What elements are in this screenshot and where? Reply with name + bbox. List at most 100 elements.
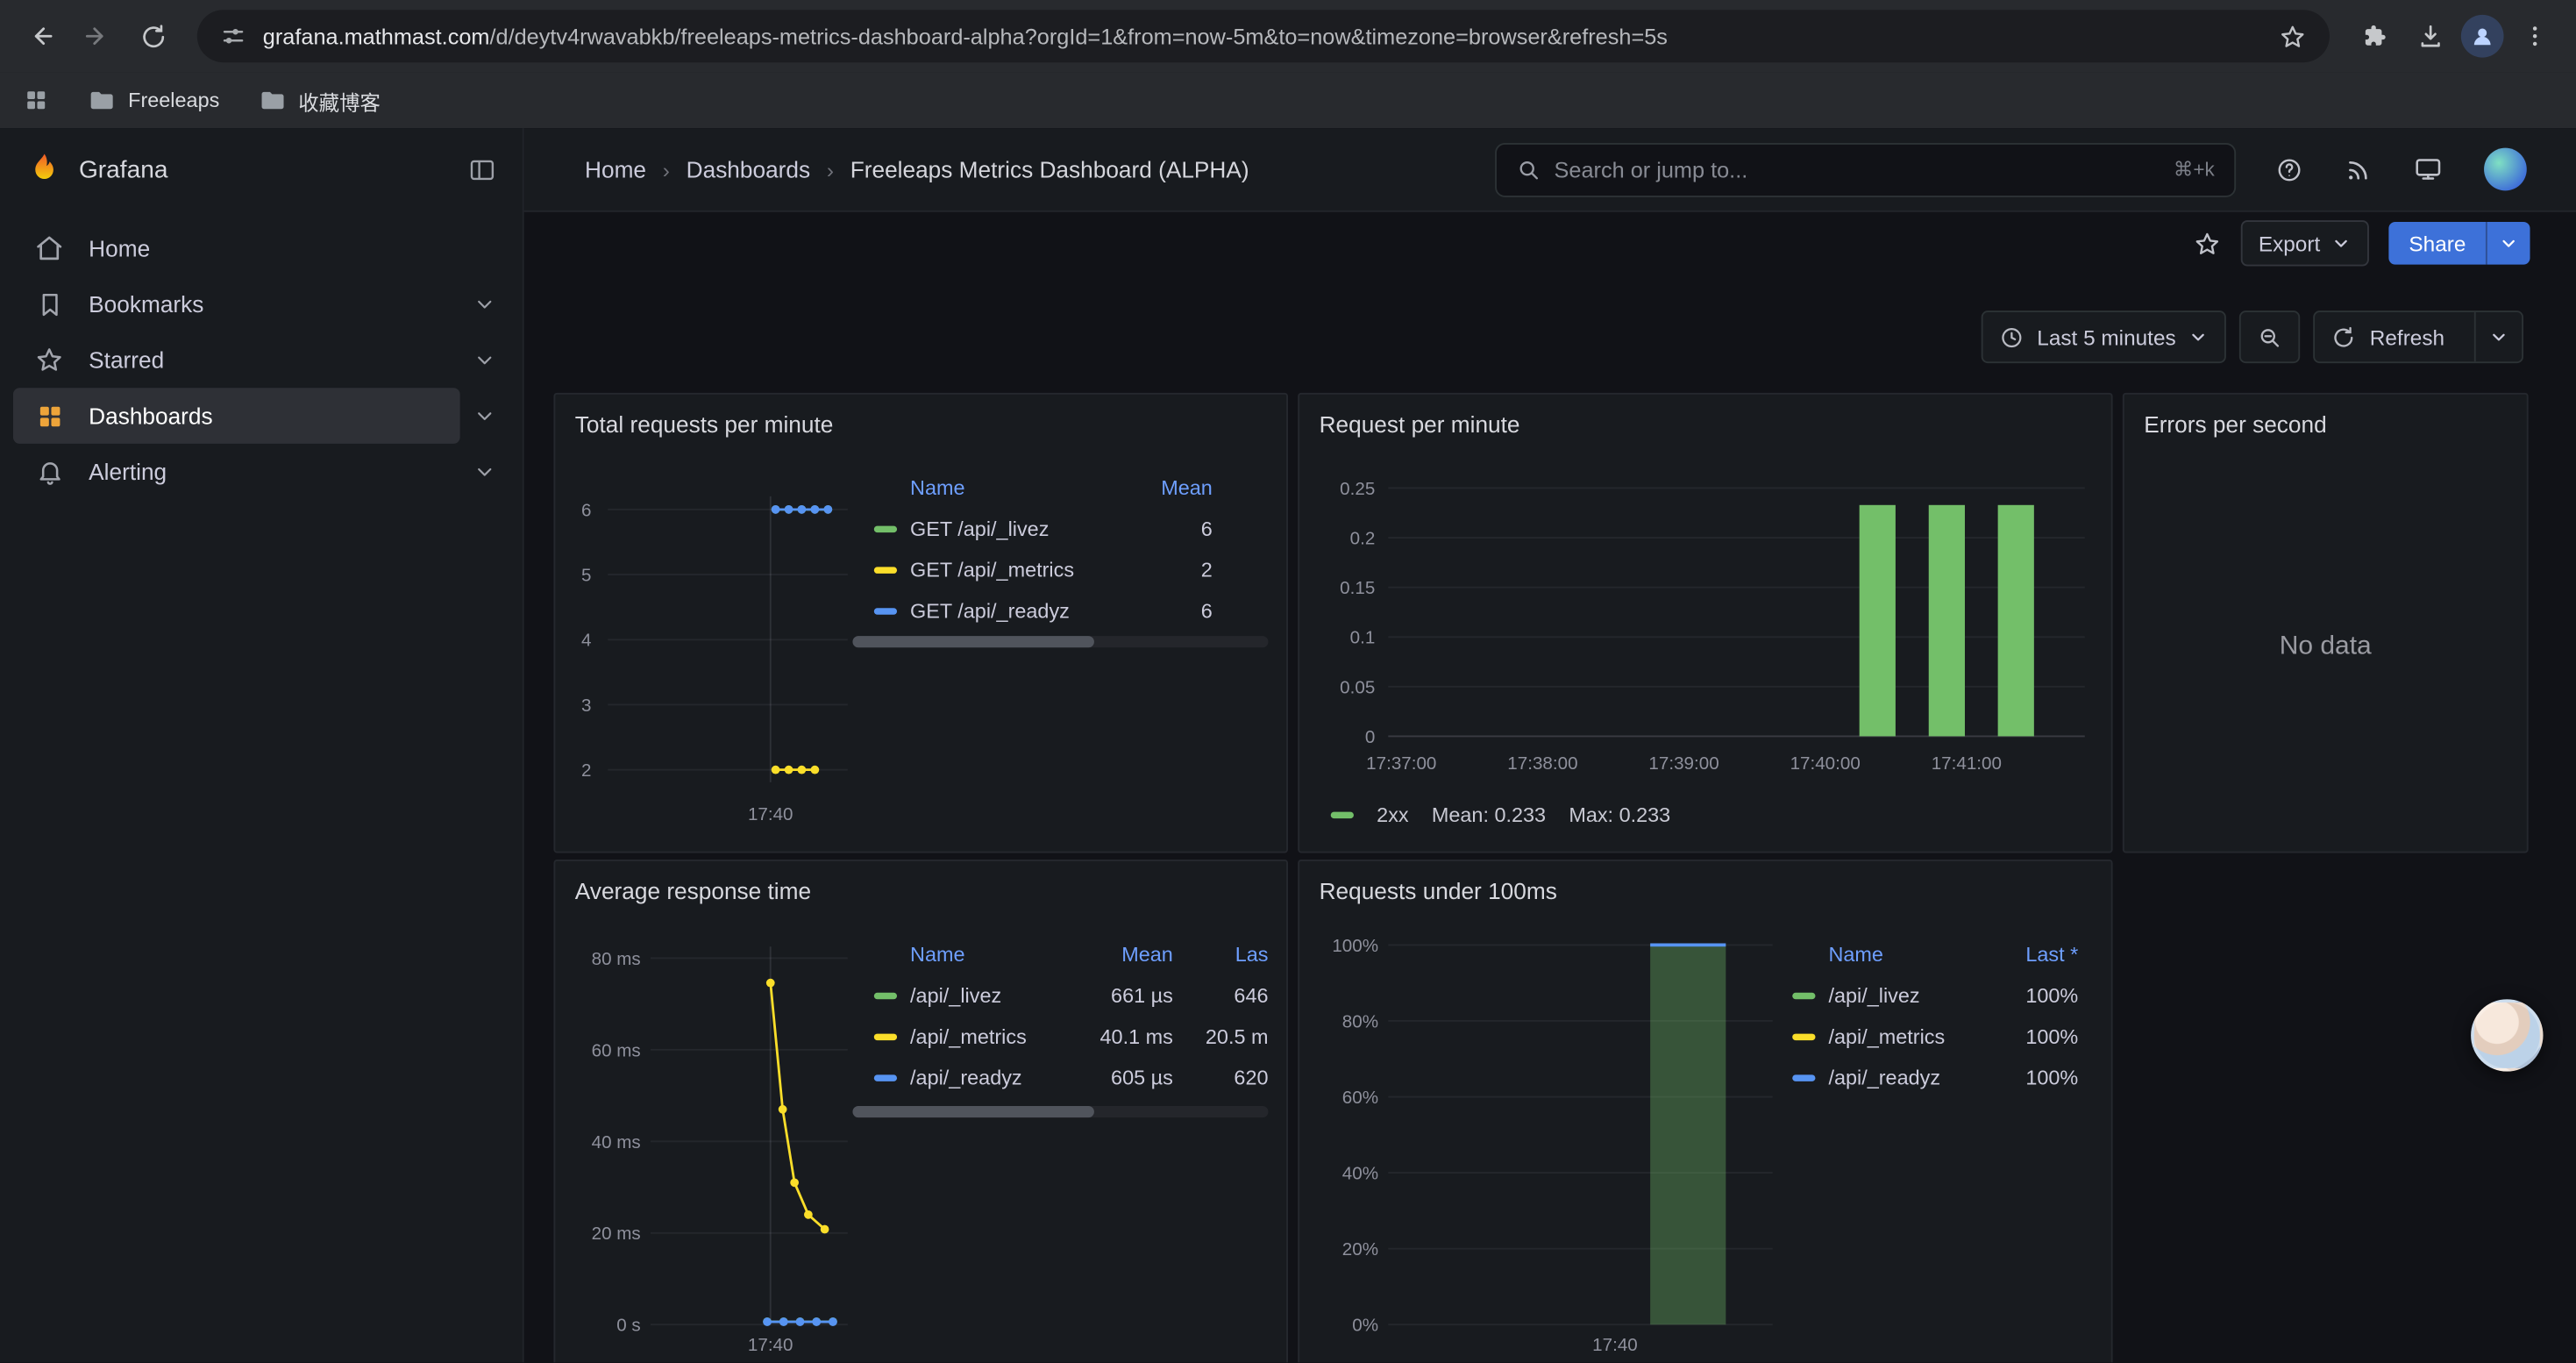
home-icon — [32, 232, 65, 264]
address-bar[interactable]: grafana.mathmast.com/d/deytv4rwavabkb/fr… — [197, 10, 2330, 62]
series-mean: 661 µs — [1078, 983, 1173, 1006]
breadcrumb-home[interactable]: Home — [585, 156, 646, 182]
url-text[interactable]: grafana.mathmast.com/d/deytv4rwavabkb/fr… — [263, 24, 2262, 48]
chevron-down-icon[interactable] — [460, 447, 509, 496]
legend-row[interactable]: GET /api/_metrics 2 — [852, 549, 1268, 590]
series-name: GET /api/_livez — [910, 517, 1117, 539]
panel-average-response-time: Average response time 80 ms60 ms40 ms20 … — [553, 860, 1288, 1362]
legend-row[interactable]: /api/_metrics 100% — [1771, 1016, 2098, 1057]
extensions-icon[interactable] — [2349, 11, 2398, 61]
panel-title[interactable]: Total requests per minute — [555, 395, 1286, 438]
legend-col-name[interactable]: Name — [910, 475, 1117, 498]
svg-text:0%: 0% — [1352, 1316, 1378, 1336]
sidebar-item-dashboards[interactable]: Dashboards — [13, 388, 460, 444]
legend-row[interactable]: /api/_livez 100% — [1771, 974, 2098, 1016]
series-name[interactable]: 2xx — [1377, 803, 1408, 826]
scrollbar-thumb[interactable] — [852, 1106, 1093, 1117]
svg-text:0.1: 0.1 — [1350, 628, 1376, 648]
legend-col-mean[interactable]: Mean — [1078, 943, 1173, 966]
reload-icon[interactable] — [128, 11, 177, 61]
average-response-time-chart[interactable]: 80 ms60 ms40 ms20 ms0 s17:40 — [568, 927, 864, 1363]
sidebar-item-home[interactable]: Home — [13, 220, 509, 276]
assistant-avatar[interactable] — [2471, 999, 2543, 1071]
series-last: 646 — [1173, 983, 1269, 1006]
svg-text:0.05: 0.05 — [1340, 677, 1375, 697]
series-swatch — [874, 566, 897, 572]
svg-text:2: 2 — [581, 760, 591, 781]
svg-text:0.2: 0.2 — [1350, 529, 1376, 549]
legend-col-last[interactable]: Las — [1173, 943, 1269, 966]
panel-title[interactable]: Request per minute — [1299, 395, 2111, 438]
legend-col-last[interactable]: Last * — [1980, 943, 2078, 966]
bookmark-folder-freeleaps[interactable]: Freeleaps — [89, 87, 219, 113]
legend-row[interactable]: /api/_metrics 40.1 ms 20.5 m — [852, 1016, 1268, 1057]
refresh-button[interactable]: Refresh — [2316, 312, 2461, 361]
legend-col-name[interactable]: Name — [910, 943, 1078, 966]
refresh-icon — [2332, 325, 2357, 349]
site-settings-icon[interactable] — [220, 23, 246, 49]
panel-total-requests: Total requests per minute 6543217:40 Nam… — [553, 393, 1288, 853]
time-range-picker[interactable]: Last 5 minutes — [1982, 310, 2227, 363]
svg-text:40%: 40% — [1342, 1164, 1378, 1184]
series-last: 100% — [1980, 1066, 2078, 1088]
bookmark-folder-blogs[interactable]: 收藏博客 — [259, 84, 381, 116]
url-domain: grafana.mathmast.com — [263, 24, 490, 48]
tv-kiosk-icon[interactable] — [2413, 154, 2443, 184]
legend-row[interactable]: /api/_readyz 100% — [1771, 1057, 2098, 1098]
request-per-minute-chart[interactable]: 0.250.20.150.10.05017:37:0017:38:0017:39… — [1313, 460, 2098, 781]
panel-title[interactable]: Requests under 100ms — [1299, 861, 2111, 904]
zoom-out-button[interactable] — [2240, 310, 2301, 363]
legend-col-mean[interactable]: Mean — [1117, 475, 1213, 498]
news-rss-icon[interactable] — [2345, 155, 2373, 183]
apps-grid-icon[interactable] — [23, 87, 49, 113]
dock-sidebar-icon[interactable] — [468, 155, 496, 183]
back-icon[interactable] — [17, 11, 66, 61]
svg-text:20 ms: 20 ms — [592, 1224, 641, 1244]
screen: grafana.mathmast.com/d/deytv4rwavabkb/fr… — [0, 0, 2576, 1362]
series-last: 20.5 m — [1173, 1024, 1269, 1047]
series-swatch — [1792, 1074, 1815, 1080]
series-swatch — [1331, 812, 1354, 818]
url-path: /d/deytv4rwavabkb/freeleaps-metrics-dash… — [489, 24, 1667, 48]
svg-text:80%: 80% — [1342, 1011, 1378, 1031]
forward-icon[interactable] — [72, 11, 121, 61]
sidebar-item-starred[interactable]: Starred — [13, 332, 460, 388]
scrollbar-thumb[interactable] — [852, 636, 1093, 647]
chevron-down-icon[interactable] — [460, 280, 509, 329]
bookmark-star-icon[interactable] — [2279, 22, 2307, 50]
help-icon[interactable] — [2275, 155, 2303, 183]
panel-title[interactable]: Average response time — [555, 861, 1286, 904]
legend-col-name[interactable]: Name — [1828, 943, 1979, 966]
dashboard-canvas: Total requests per minute 6543217:40 Nam… — [524, 368, 2576, 1363]
chevron-down-icon[interactable] — [460, 391, 509, 440]
legend-row[interactable]: /api/_readyz 605 µs 620 — [852, 1057, 1268, 1098]
share-button[interactable]: Share — [2389, 222, 2486, 265]
downloads-icon[interactable] — [2405, 11, 2454, 61]
favorite-star-icon[interactable] — [2193, 229, 2221, 257]
panel-title[interactable]: Errors per second — [2124, 395, 2527, 438]
series-name: GET /api/_metrics — [910, 558, 1117, 581]
browser-menu-icon[interactable] — [2510, 11, 2559, 61]
legend-scrollbar — [852, 636, 1268, 647]
refresh-interval-button[interactable] — [2474, 312, 2522, 361]
user-avatar[interactable] — [2484, 148, 2527, 191]
search-input[interactable]: Search or jump to... ⌘+k — [1495, 142, 2236, 196]
requests-under-100ms-chart[interactable]: 100%80%60%40%20%0%17:40 — [1313, 927, 1805, 1363]
export-button[interactable]: Export — [2240, 220, 2369, 266]
series-name: /api/_livez — [1828, 983, 1979, 1006]
sidebar-item-bookmarks[interactable]: Bookmarks — [13, 276, 460, 332]
refresh-label: Refresh — [2370, 325, 2444, 349]
sidebar-item-alerting[interactable]: Alerting — [13, 444, 460, 500]
brand-name: Grafana — [79, 155, 168, 183]
grafana-logo-icon[interactable] — [26, 151, 62, 187]
chevron-down-icon[interactable] — [460, 335, 509, 384]
apps-icon — [32, 399, 65, 432]
legend-row[interactable]: GET /api/_livez 6 — [852, 508, 1268, 549]
legend-row[interactable]: /api/_livez 661 µs 646 — [852, 974, 1268, 1016]
total-requests-chart[interactable]: 6543217:40 — [568, 460, 864, 838]
breadcrumb-dashboards[interactable]: Dashboards — [687, 156, 810, 182]
legend-row[interactable]: GET /api/_readyz 6 — [852, 590, 1268, 632]
share-menu-button[interactable] — [2486, 222, 2530, 265]
browser-profile-avatar[interactable] — [2461, 15, 2504, 58]
series-swatch — [874, 1074, 897, 1080]
